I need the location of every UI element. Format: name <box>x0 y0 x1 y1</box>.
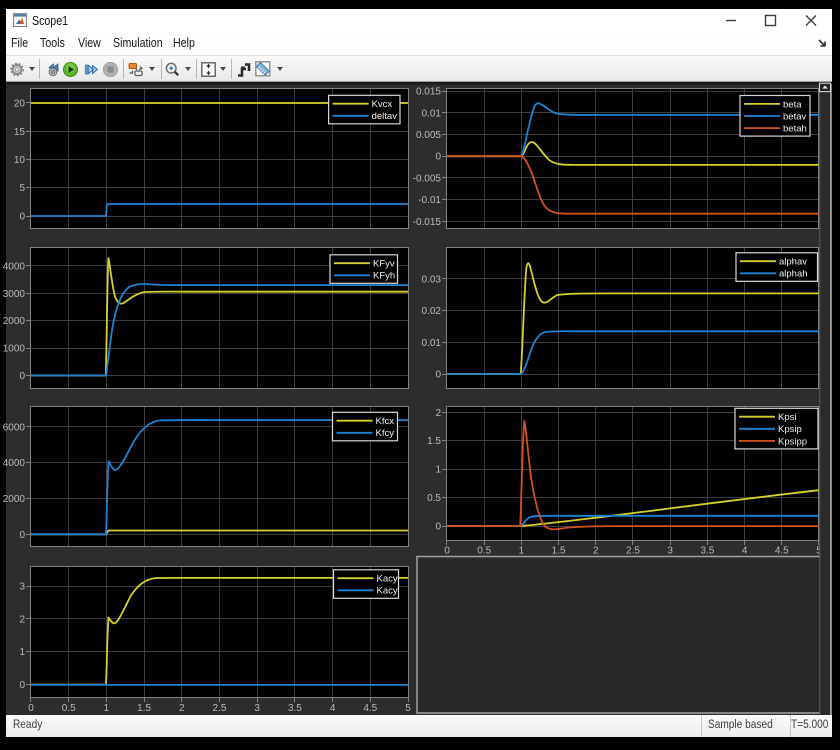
svg-text:4000: 4000 <box>3 458 26 469</box>
svg-text:Kpsi: Kpsi <box>778 412 796 423</box>
svg-text:0: 0 <box>19 680 25 691</box>
svg-text:Kacy: Kacy <box>377 586 398 597</box>
svg-text:0: 0 <box>19 212 25 223</box>
svg-text:3: 3 <box>19 582 25 593</box>
svg-text:1: 1 <box>435 465 441 476</box>
svg-text:2.5: 2.5 <box>213 703 227 714</box>
svg-text:1.5: 1.5 <box>427 436 441 447</box>
svg-text:2: 2 <box>19 614 25 625</box>
svg-text:Kpsip: Kpsip <box>778 424 802 435</box>
svg-text:4: 4 <box>742 546 748 557</box>
svg-text:0.03: 0.03 <box>422 275 442 286</box>
svg-text:3.5: 3.5 <box>700 546 714 557</box>
svg-text:0.005: 0.005 <box>416 130 441 141</box>
svg-text:0.015: 0.015 <box>416 87 441 98</box>
svg-text:4.5: 4.5 <box>363 703 377 714</box>
svg-text:-0.015: -0.015 <box>413 217 442 228</box>
svg-text:-0.005: -0.005 <box>413 173 442 184</box>
svg-text:4000: 4000 <box>3 261 26 272</box>
svg-text:0: 0 <box>444 546 450 557</box>
svg-text:alphah: alphah <box>779 269 808 280</box>
svg-text:1.5: 1.5 <box>552 546 566 557</box>
svg-text:4: 4 <box>330 703 336 714</box>
svg-text:3: 3 <box>254 703 260 714</box>
svg-text:Kfcy: Kfcy <box>376 428 395 439</box>
svg-text:0: 0 <box>19 371 25 382</box>
svg-text:1000: 1000 <box>3 344 26 355</box>
svg-text:0: 0 <box>435 370 441 381</box>
svg-text:1: 1 <box>19 647 25 658</box>
svg-text:0: 0 <box>28 703 34 714</box>
svg-text:betav: betav <box>783 111 806 122</box>
svg-text:Kfcx: Kfcx <box>376 416 395 427</box>
svg-text:0: 0 <box>435 522 441 533</box>
svg-text:0.5: 0.5 <box>427 493 441 504</box>
svg-text:0.01: 0.01 <box>422 108 442 119</box>
svg-text:0: 0 <box>435 152 441 163</box>
svg-text:0.5: 0.5 <box>62 703 76 714</box>
svg-text:0: 0 <box>19 530 25 541</box>
svg-text:1: 1 <box>519 546 525 557</box>
svg-text:6000: 6000 <box>3 422 26 433</box>
svg-text:Kvcx: Kvcx <box>372 99 393 110</box>
svg-text:2000: 2000 <box>3 316 26 327</box>
svg-text:1.5: 1.5 <box>137 703 151 714</box>
svg-text:20: 20 <box>14 99 26 110</box>
svg-text:0.02: 0.02 <box>422 306 442 317</box>
svg-text:2: 2 <box>593 546 599 557</box>
svg-text:2: 2 <box>435 408 441 419</box>
svg-text:-0.01: -0.01 <box>418 195 441 206</box>
svg-text:2: 2 <box>179 703 185 714</box>
svg-text:15: 15 <box>14 127 26 138</box>
svg-text:0.5: 0.5 <box>477 546 491 557</box>
svg-text:5: 5 <box>405 703 411 714</box>
svg-text:1: 1 <box>104 703 110 714</box>
svg-text:2.5: 2.5 <box>626 546 640 557</box>
svg-text:3000: 3000 <box>3 289 26 300</box>
svg-text:2000: 2000 <box>3 494 26 505</box>
svg-text:beta: beta <box>783 99 802 110</box>
svg-text:3.5: 3.5 <box>288 703 302 714</box>
svg-text:0.01: 0.01 <box>422 338 442 349</box>
svg-text:deltav: deltav <box>372 111 398 122</box>
svg-text:5: 5 <box>19 183 25 194</box>
svg-text:10: 10 <box>14 155 26 166</box>
svg-text:3: 3 <box>667 546 673 557</box>
svg-text:4.5: 4.5 <box>775 546 789 557</box>
svg-text:betah: betah <box>783 124 807 135</box>
svg-text:KFyv: KFyv <box>373 259 395 270</box>
svg-text:alphav: alphav <box>779 257 807 268</box>
svg-text:Kacy: Kacy <box>377 574 398 585</box>
svg-text:KFyh: KFyh <box>373 271 395 282</box>
svg-text:Kpsipp: Kpsipp <box>778 436 807 447</box>
